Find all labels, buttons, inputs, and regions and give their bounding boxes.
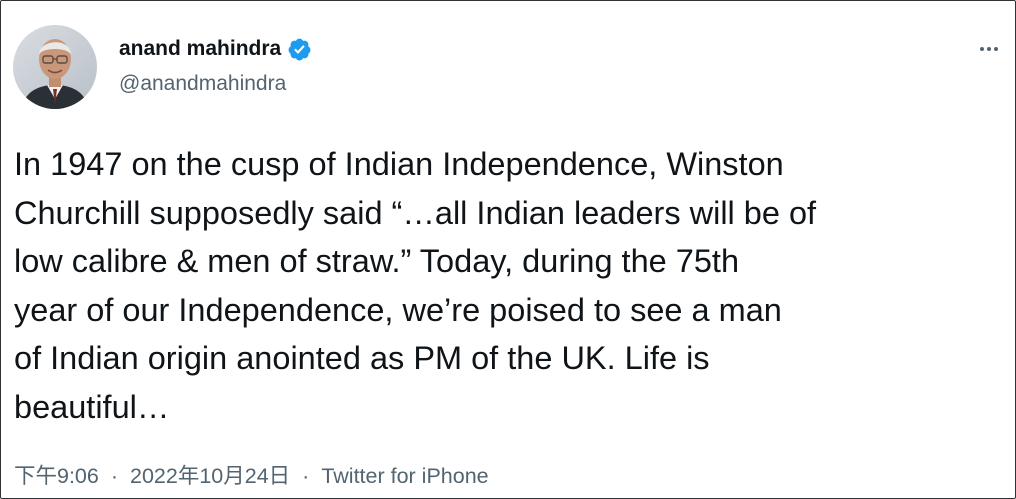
author-display-name[interactable]: anand mahindra — [119, 34, 281, 64]
author-handle[interactable]: @anandmahindra — [119, 70, 286, 98]
tweet-text-line: In 1947 on the cusp of Indian Independen… — [14, 146, 784, 182]
tweet-date[interactable]: 2022年10月24日 — [130, 464, 290, 488]
more-options-button[interactable] — [973, 37, 1005, 61]
tweet-card: anand mahindra @anandmahindra In 1947 on… — [0, 0, 1016, 499]
meta-separator: · — [302, 464, 310, 488]
tweet-time[interactable]: 下午9:06 — [14, 464, 99, 488]
tweet-source[interactable]: Twitter for iPhone — [321, 464, 488, 488]
tweet-text-line: beautiful… — [14, 388, 170, 425]
author-avatar[interactable] — [13, 25, 97, 109]
meta-separator: · — [110, 464, 119, 488]
tweet-text-line: low calibre & men of straw.” Today, duri… — [14, 243, 740, 280]
verified-badge-icon — [287, 37, 312, 62]
tweet-text-line: of Indian origin anointed as PM of the U… — [14, 340, 710, 377]
avatar-image — [13, 25, 97, 109]
tweet-meta: 下午9:06 · 2022年10月24日 · Twitter for iPhon… — [14, 461, 489, 491]
tweet-text-line: Churchill supposedly said “…all Indian l… — [14, 194, 817, 231]
tweet-text-line: year of our Independence, we’re poised t… — [14, 291, 782, 328]
more-options-icon — [980, 47, 998, 51]
tweet-text: In 1947 on the cusp of Indian Independen… — [14, 140, 1004, 432]
author-name-row: anand mahindra — [119, 34, 312, 64]
